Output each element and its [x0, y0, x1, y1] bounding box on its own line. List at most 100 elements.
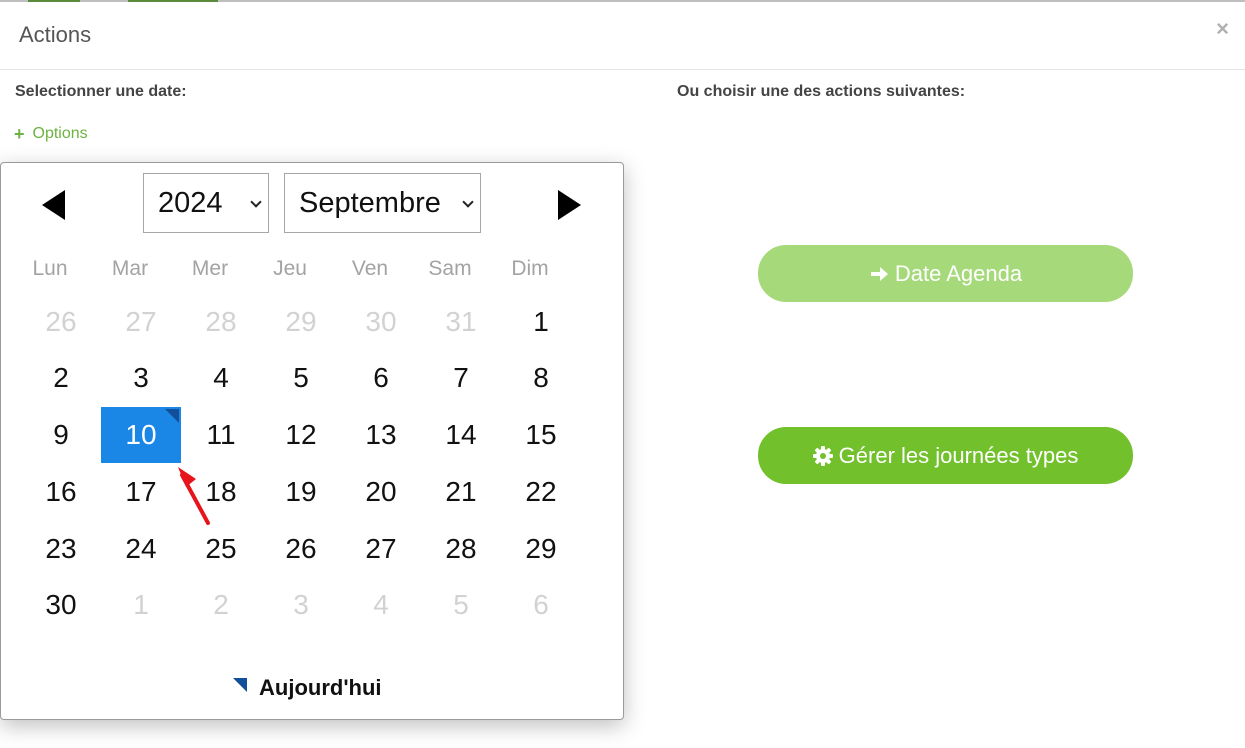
day-number: 20 [365, 476, 397, 507]
calendar-day-outside-month[interactable]: 30 [341, 294, 421, 350]
day-number: 3 [293, 589, 309, 620]
calendar-day[interactable]: 26 [261, 521, 341, 577]
year-select[interactable]: 2024 [143, 173, 269, 233]
select-date-label: Selectionner une date: [15, 83, 187, 100]
calendar-day[interactable]: 17 [101, 464, 181, 520]
day-number: 27 [365, 533, 397, 564]
day-number: 4 [373, 589, 389, 620]
modal-title: Actions [19, 22, 92, 47]
today-button[interactable]: Aujourd'hui [233, 675, 382, 701]
day-number: 25 [205, 533, 237, 564]
date-picker: 2024 Septembre Aujourd'hui Lun Mar Mer Jeu V… [0, 162, 624, 720]
calendar-day[interactable]: 30 [21, 577, 101, 633]
today-label: Aujourd'hui [259, 675, 382, 700]
day-number: 8 [533, 362, 549, 393]
calendar-day[interactable]: 13 [341, 407, 421, 463]
calendar-day[interactable]: 21 [421, 464, 501, 520]
month-select-value: Septembre [299, 186, 441, 219]
gear-icon [812, 445, 833, 466]
calendar-day[interactable]: 1 [501, 294, 581, 350]
calendar-day-outside-month[interactable]: 29 [261, 294, 341, 350]
calendar-day[interactable]: 15 [501, 407, 581, 463]
day-number: 2 [53, 362, 69, 393]
calendar-day[interactable]: 24 [101, 521, 181, 577]
calendar-day[interactable]: 6 [341, 350, 421, 406]
calendar-day[interactable]: 2 [21, 350, 101, 406]
calendar-day[interactable]: 27 [341, 521, 421, 577]
calendar-day[interactable]: 25 [181, 521, 261, 577]
day-number: 16 [45, 476, 77, 507]
day-number: 26 [285, 533, 317, 564]
gerer-label: Gérer les journées types [838, 442, 1079, 468]
options-label: Options [32, 125, 88, 142]
day-number: 9 [53, 419, 69, 450]
day-number: 13 [365, 419, 397, 450]
previous-month-icon[interactable] [42, 190, 65, 220]
weekday-label: Sam [428, 257, 472, 280]
calendar-day-outside-month[interactable]: 5 [421, 577, 501, 633]
next-month-icon[interactable] [558, 190, 581, 220]
calendar-day-outside-month[interactable]: 31 [421, 294, 501, 350]
calendar-day[interactable]: 3 [101, 350, 181, 406]
calendar-day-outside-month[interactable]: 3 [261, 577, 341, 633]
day-number: 7 [453, 362, 469, 393]
calendar-day-outside-month[interactable]: 1 [101, 577, 181, 633]
day-number: 24 [125, 533, 157, 564]
day-number: 28 [205, 306, 237, 337]
calendar-day-outside-month[interactable]: 27 [101, 294, 181, 350]
calendar-day[interactable]: 14 [421, 407, 501, 463]
calendar-day-outside-month[interactable]: 4 [341, 577, 421, 633]
calendar-day[interactable]: 4 [181, 350, 261, 406]
day-number: 15 [525, 419, 557, 450]
calendar-day[interactable]: 20 [341, 464, 421, 520]
calendar-day[interactable]: 12 [261, 407, 341, 463]
day-number: 2 [213, 589, 229, 620]
annotation-arrow-icon [178, 467, 210, 525]
weekday-label: Ven [351, 257, 389, 280]
day-number: 1 [533, 306, 549, 337]
day-number: 11 [206, 419, 236, 450]
month-select[interactable]: Septembre [284, 173, 481, 233]
day-number: 5 [453, 589, 469, 620]
chevron-down-icon [250, 196, 262, 208]
day-number: 29 [285, 306, 317, 337]
calendar-day[interactable]: 5 [261, 350, 341, 406]
plus-icon: + [14, 124, 25, 144]
close-button[interactable]: × [1216, 18, 1229, 40]
day-number: 31 [445, 306, 477, 337]
day-number: 10 [125, 419, 157, 450]
calendar-day-outside-month[interactable]: 6 [501, 577, 581, 633]
calendar-day-outside-month[interactable]: 26 [21, 294, 101, 350]
day-number: 17 [125, 476, 157, 507]
calendar-day[interactable]: 7 [421, 350, 501, 406]
day-number: 27 [125, 306, 157, 337]
weekday-label: Mer [191, 257, 229, 280]
weekday-label: Jeu [273, 257, 307, 280]
chevron-down-icon [462, 196, 474, 208]
actions-label: Ou choisir une des actions suivantes: [677, 83, 966, 100]
day-number: 3 [133, 362, 149, 393]
arrow-right-icon [870, 266, 888, 281]
calendar-day[interactable]: 8 [501, 350, 581, 406]
calendar-day[interactable]: 23 [21, 521, 101, 577]
calendar-day[interactable]: 19 [261, 464, 341, 520]
options-link[interactable]: + Options [14, 125, 88, 143]
weekday-label: Lun [32, 257, 68, 280]
calendar-day[interactable]: 29 [501, 521, 581, 577]
calendar-day[interactable]: 28 [421, 521, 501, 577]
day-number: 4 [213, 362, 229, 393]
weekday-label: Mar [111, 257, 149, 280]
day-number: 30 [365, 306, 397, 337]
today-marker-icon [165, 409, 179, 423]
date-agenda-button[interactable]: Date Agenda [758, 245, 1133, 302]
day-number: 12 [285, 419, 317, 450]
day-number: 28 [445, 533, 477, 564]
calendar-day[interactable]: 22 [501, 464, 581, 520]
calendar-day-selected[interactable]: 10 [101, 407, 181, 463]
calendar-day[interactable]: 16 [21, 464, 101, 520]
calendar-day[interactable]: 9 [21, 407, 101, 463]
calendar-day-outside-month[interactable]: 28 [181, 294, 261, 350]
calendar-day-outside-month[interactable]: 2 [181, 577, 261, 633]
calendar-day[interactable]: 11 [181, 407, 261, 463]
gerer-journees-types-button[interactable]: Gérer les journées types [758, 427, 1133, 484]
